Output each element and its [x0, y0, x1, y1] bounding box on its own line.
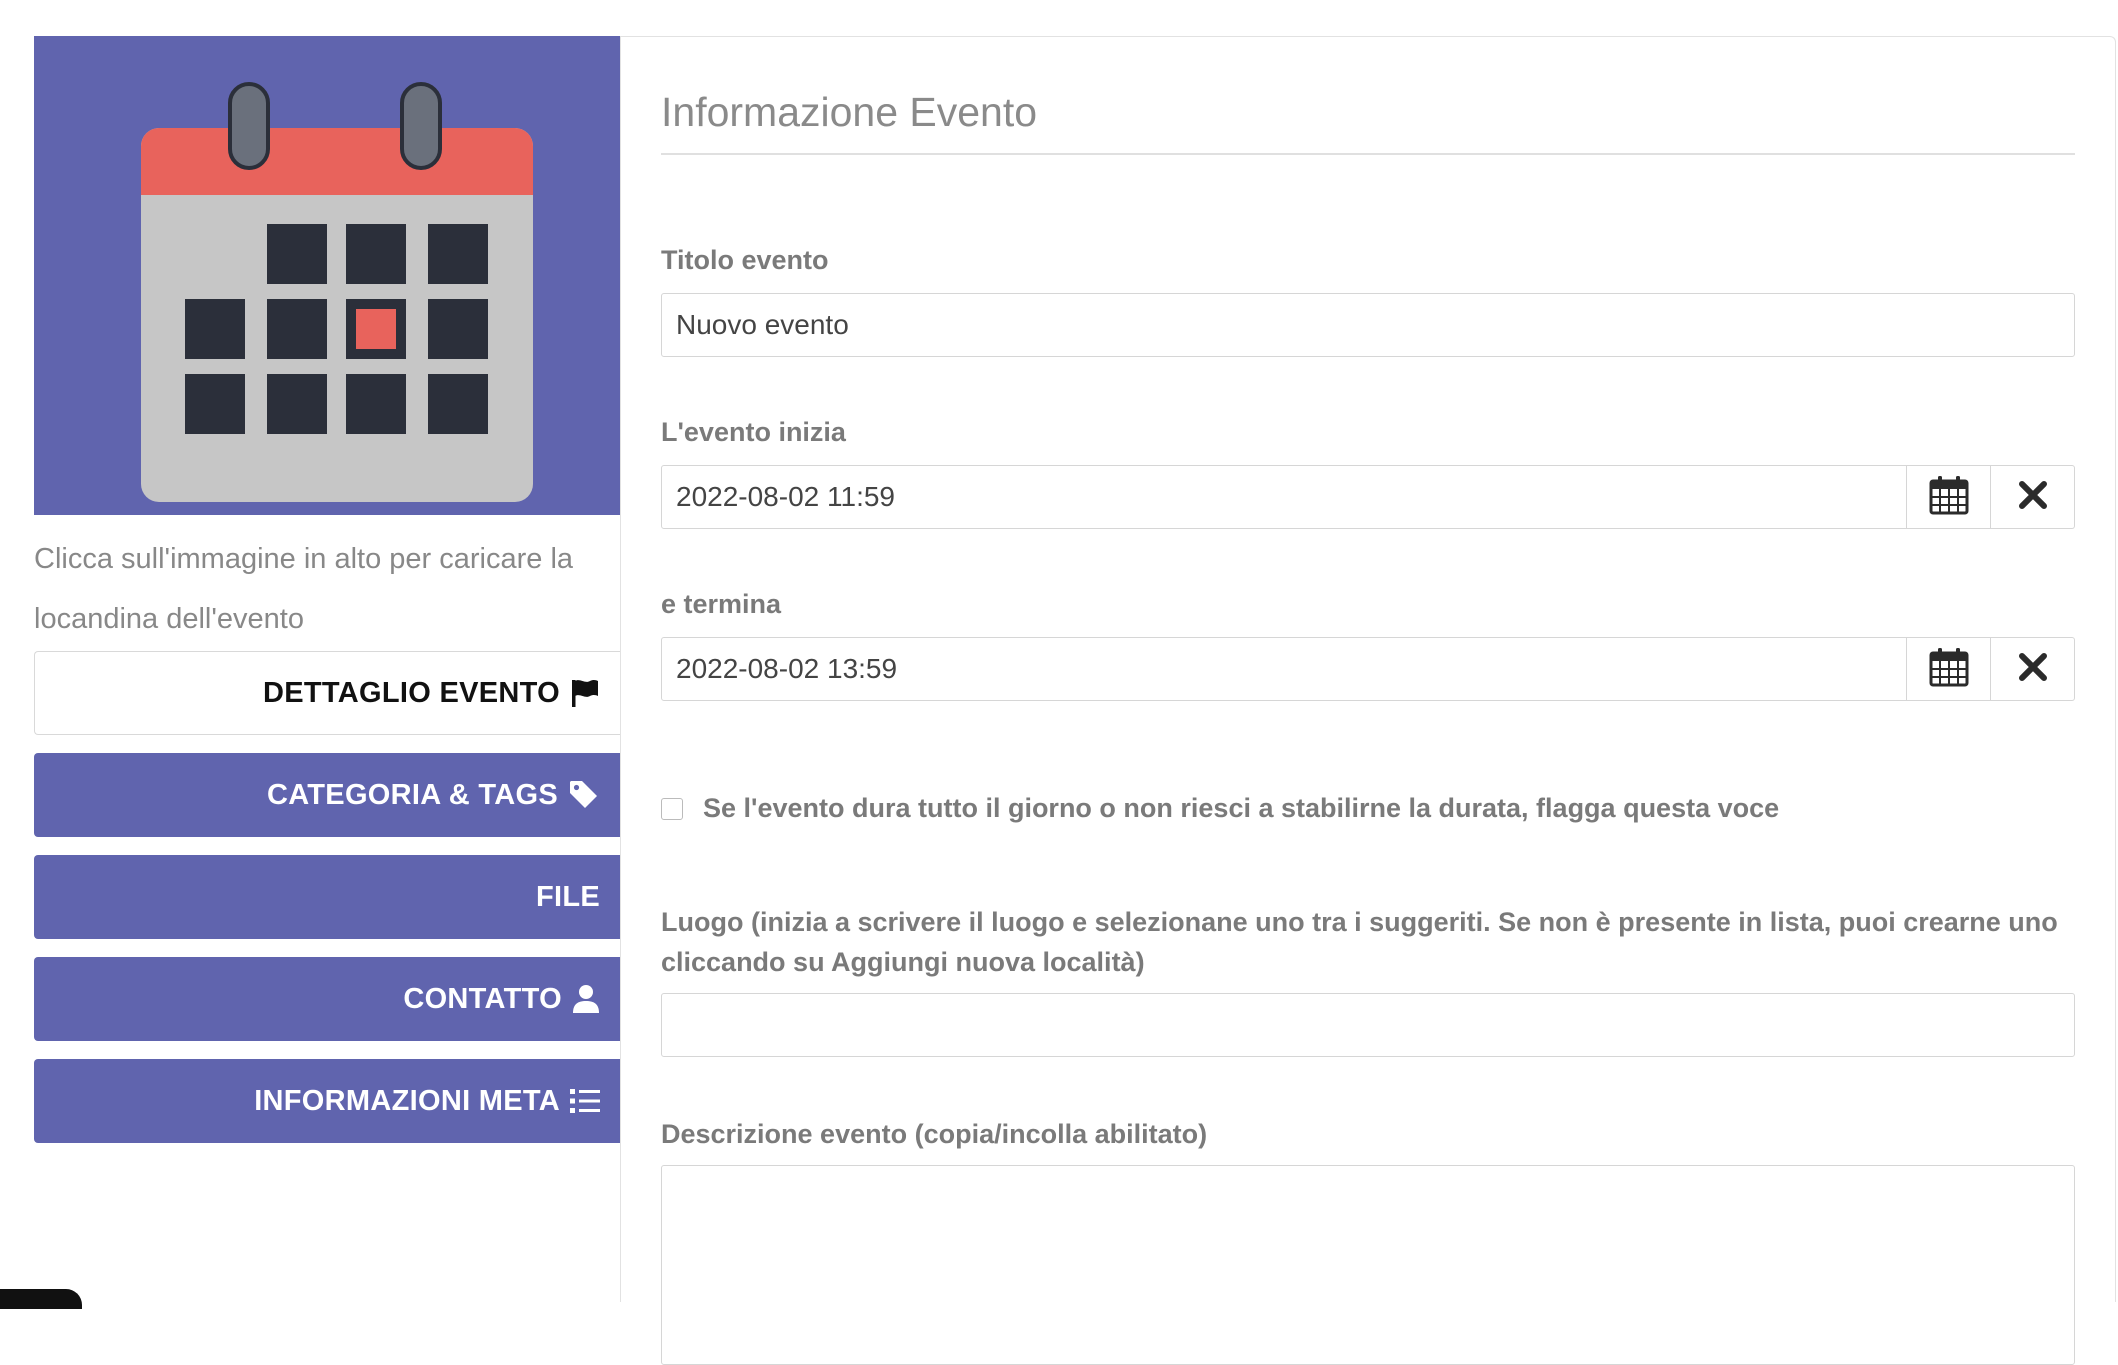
nav-label: INFORMAZIONI META [254, 1084, 560, 1117]
list-icon [570, 1088, 600, 1114]
flag-icon [570, 678, 600, 708]
allday-option: Se l'evento dura tutto il giorno o non r… [661, 793, 1779, 824]
end-date-group: 2022-08-02 13:59 [661, 637, 2075, 701]
allday-label: Se l'evento dura tutto il giorno o non r… [703, 793, 1780, 823]
close-icon [2018, 480, 2048, 515]
sidebar: Clicca sull'immagine in alto per caricar… [34, 36, 620, 1161]
title-divider [661, 153, 2075, 155]
end-date-input[interactable]: 2022-08-02 13:59 [661, 637, 1907, 701]
end-date-label: e termina [661, 589, 782, 619]
location-input[interactable] [661, 993, 2075, 1057]
start-calendar-button[interactable] [1907, 465, 1991, 529]
nav-categoria-tags[interactable]: CATEGORIA & TAGS [34, 753, 620, 837]
event-title-label: Titolo evento [661, 245, 829, 275]
calendar-icon [1929, 647, 1969, 692]
event-poster-upload[interactable] [34, 36, 620, 515]
start-date-label: L'evento inizia [661, 417, 846, 447]
close-icon [2018, 652, 2048, 687]
location-label: Luogo (inizia a scrivere il luogo e sele… [661, 907, 2058, 977]
description-editor[interactable] [661, 1165, 2075, 1365]
nav-label: CONTATTO [403, 982, 562, 1015]
tag-icon [568, 779, 600, 811]
corner-widget[interactable] [0, 1289, 82, 1309]
start-date-input[interactable]: 2022-08-02 11:59 [661, 465, 1907, 529]
poster-hint: Clicca sull'immagine in alto per caricar… [34, 543, 574, 635]
event-title-input[interactable] [661, 293, 2075, 357]
nav-informazioni-meta[interactable]: INFORMAZIONI META [34, 1059, 620, 1143]
nav-label: FILE [535, 880, 600, 913]
calendar-icon [1929, 475, 1969, 520]
nav-label: CATEGORIA & TAGS [266, 778, 558, 811]
end-calendar-button[interactable] [1907, 637, 1991, 701]
nav-label: DETTAGLIO EVENTO [263, 676, 560, 709]
nav-dettaglio-evento[interactable]: DETTAGLIO EVENTO [34, 651, 620, 735]
description-label: Descrizione evento (copia/incolla abilit… [661, 1119, 1208, 1149]
nav-file[interactable]: FILE [34, 855, 620, 939]
page-title: Informazione Evento [661, 89, 1038, 135]
start-clear-button[interactable] [1991, 465, 2075, 529]
user-icon [572, 984, 600, 1014]
calendar-illustration-icon [141, 82, 533, 502]
start-date-group: 2022-08-02 11:59 [661, 465, 2075, 529]
event-form-panel: Informazione Evento Titolo evento L'even… [620, 36, 2116, 1365]
nav-contatto[interactable]: CONTATTO [34, 957, 620, 1041]
allday-checkbox[interactable] [661, 797, 683, 820]
end-clear-button[interactable] [1991, 637, 2075, 701]
